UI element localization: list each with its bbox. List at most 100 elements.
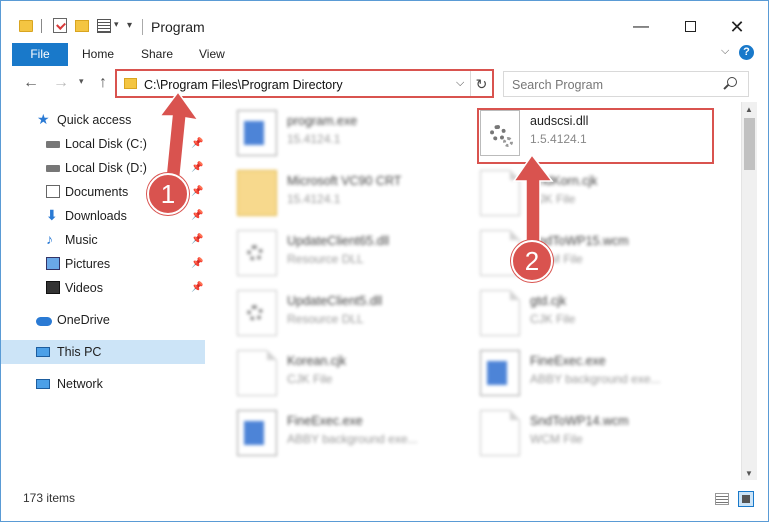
file-item[interactable]: gtd.cjk CJK File	[480, 286, 720, 342]
file-version: 15.4124.1	[287, 192, 341, 206]
sidebar-item-label: Network	[57, 377, 103, 391]
file-item[interactable]: program.exe 15.4124.1	[237, 106, 477, 162]
rename-icon[interactable]	[97, 19, 111, 33]
pictures-icon	[46, 257, 60, 270]
file-item[interactable]: FineExec.exe ABBY background exe...	[237, 406, 477, 462]
document-icon	[237, 350, 277, 396]
step-2-badge: 2	[511, 240, 553, 282]
sidebar-item-label: Quick access	[57, 113, 132, 127]
close-button[interactable]: ✕	[722, 15, 752, 39]
file-name: gtd.cjk	[530, 294, 567, 308]
sidebar-item-onedrive[interactable]: OneDrive	[1, 308, 205, 332]
arrow-2-icon	[512, 155, 554, 246]
pin-icon[interactable]: 📌	[191, 282, 203, 293]
customize-toolbar-icon[interactable]: ▾	[127, 20, 132, 31]
scroll-down-icon[interactable]: ▼	[745, 469, 753, 478]
recent-locations-icon[interactable]: ▾	[79, 76, 84, 87]
file-name: FineExec.exe	[530, 354, 606, 368]
sidebar-item-label: Pictures	[65, 257, 111, 271]
exe-icon	[480, 350, 520, 396]
ribbon-tabs: File Home Share View ⌵	[0, 40, 769, 66]
scroll-thumb[interactable]	[744, 118, 755, 170]
pin-icon[interactable]: 📌	[191, 234, 203, 245]
sidebar-item-label: Videos	[65, 281, 103, 295]
new-folder-icon[interactable]	[75, 20, 89, 32]
sidebar-item-videos[interactable]: Videos 📌	[1, 276, 205, 300]
file-type: CJK File	[530, 312, 576, 326]
dll-gear-icon	[237, 230, 277, 276]
file-name: UpdateClient5.dll	[287, 294, 383, 308]
tab-file[interactable]: File	[12, 43, 68, 66]
dll-gear-icon	[237, 290, 277, 336]
expand-ribbon-icon[interactable]: ⌵	[721, 45, 729, 58]
file-name: UpdateClient65.dll	[287, 234, 390, 248]
document-icon	[480, 410, 520, 456]
file-item[interactable]: Korean.cjk CJK File	[237, 346, 477, 402]
large-icons-view-icon[interactable]	[738, 491, 754, 507]
pin-icon[interactable]: 📌	[191, 186, 203, 197]
forward-arrow-icon[interactable]: →	[53, 74, 69, 92]
maximize-icon	[684, 21, 696, 32]
computer-icon	[36, 347, 50, 357]
chevron-down-icon[interactable]: ▾	[114, 19, 119, 30]
gear-icon	[247, 245, 263, 261]
sidebar-item-music[interactable]: ♪ Music 📌	[1, 228, 205, 252]
tab-view[interactable]: View	[199, 47, 225, 61]
gear-icon	[247, 305, 263, 321]
title-bar: ▾ ▾ Program — ✕	[0, 0, 769, 40]
item-count: 173 items	[23, 491, 76, 505]
sidebar-item-label: Downloads	[65, 209, 127, 223]
file-item[interactable]: Microsoft VC90 CRT 15.4124.1	[237, 166, 477, 222]
file-item[interactable]: UpdateClient5.dll Resource DLL	[237, 286, 477, 342]
file-name: Korean.cjk	[287, 354, 347, 368]
folder-icon	[237, 170, 277, 216]
details-view-icon[interactable]	[715, 493, 729, 505]
scroll-up-icon[interactable]: ▲	[745, 105, 753, 114]
toolbar-divider	[41, 19, 42, 33]
videos-icon	[46, 281, 60, 294]
file-type: Resource DLL	[287, 252, 364, 266]
file-type: CJK File	[287, 372, 333, 386]
sidebar-item-label: OneDrive	[57, 313, 110, 327]
file-name: SndToWP14.wcm	[530, 414, 629, 428]
file-item[interactable]: FineExec.exe ABBY background exe...	[480, 346, 720, 402]
sidebar-item-network[interactable]: Network	[1, 372, 205, 396]
search-box[interactable]	[503, 71, 749, 97]
pin-icon[interactable]: 📌	[191, 258, 203, 269]
file-type: Resource DLL	[287, 312, 364, 326]
sidebar-item-label: Documents	[65, 185, 129, 199]
disk-icon	[46, 141, 60, 148]
file-version: 15.4124.1	[287, 132, 341, 146]
help-icon[interactable]: ?	[739, 45, 754, 60]
properties-check-icon[interactable]	[53, 18, 67, 33]
minimize-button[interactable]: —	[626, 15, 656, 39]
folder-icon[interactable]	[19, 20, 33, 32]
sidebar-item-this-pc[interactable]: This PC	[1, 340, 205, 364]
search-icon[interactable]	[727, 77, 737, 87]
window-title: Program	[151, 19, 205, 35]
maximize-button[interactable]	[675, 15, 705, 39]
cloud-icon	[36, 317, 52, 326]
tab-share[interactable]: Share	[141, 47, 173, 61]
window-edge	[757, 102, 769, 480]
sidebar-item-pictures[interactable]: Pictures 📌	[1, 252, 205, 276]
search-input[interactable]	[512, 76, 712, 94]
status-bar: 173 items	[0, 480, 769, 522]
back-arrow-icon[interactable]: ←	[23, 74, 39, 92]
file-item[interactable]: UpdateClient65.dll Resource DLL	[237, 226, 477, 282]
pin-icon[interactable]: 📌	[191, 210, 203, 221]
music-icon: ♪	[46, 231, 53, 247]
title-divider	[142, 19, 143, 35]
sidebar-item-label: Local Disk (C:)	[65, 137, 147, 151]
sidebar-item-label: Local Disk (D:)	[65, 161, 147, 175]
up-arrow-icon[interactable]: ↑	[99, 74, 107, 92]
tab-home[interactable]: Home	[82, 47, 114, 61]
arrow-1-icon	[158, 92, 200, 179]
step-1-badge: 1	[147, 173, 189, 215]
program-exe-icon	[237, 110, 277, 156]
file-item[interactable]: SndToWP14.wcm WCM File	[480, 406, 720, 462]
vertical-scrollbar[interactable]: ▲ ▼	[741, 102, 757, 480]
sidebar-item-label: This PC	[57, 345, 102, 359]
documents-icon	[46, 185, 60, 198]
file-name: program.exe	[287, 114, 358, 128]
